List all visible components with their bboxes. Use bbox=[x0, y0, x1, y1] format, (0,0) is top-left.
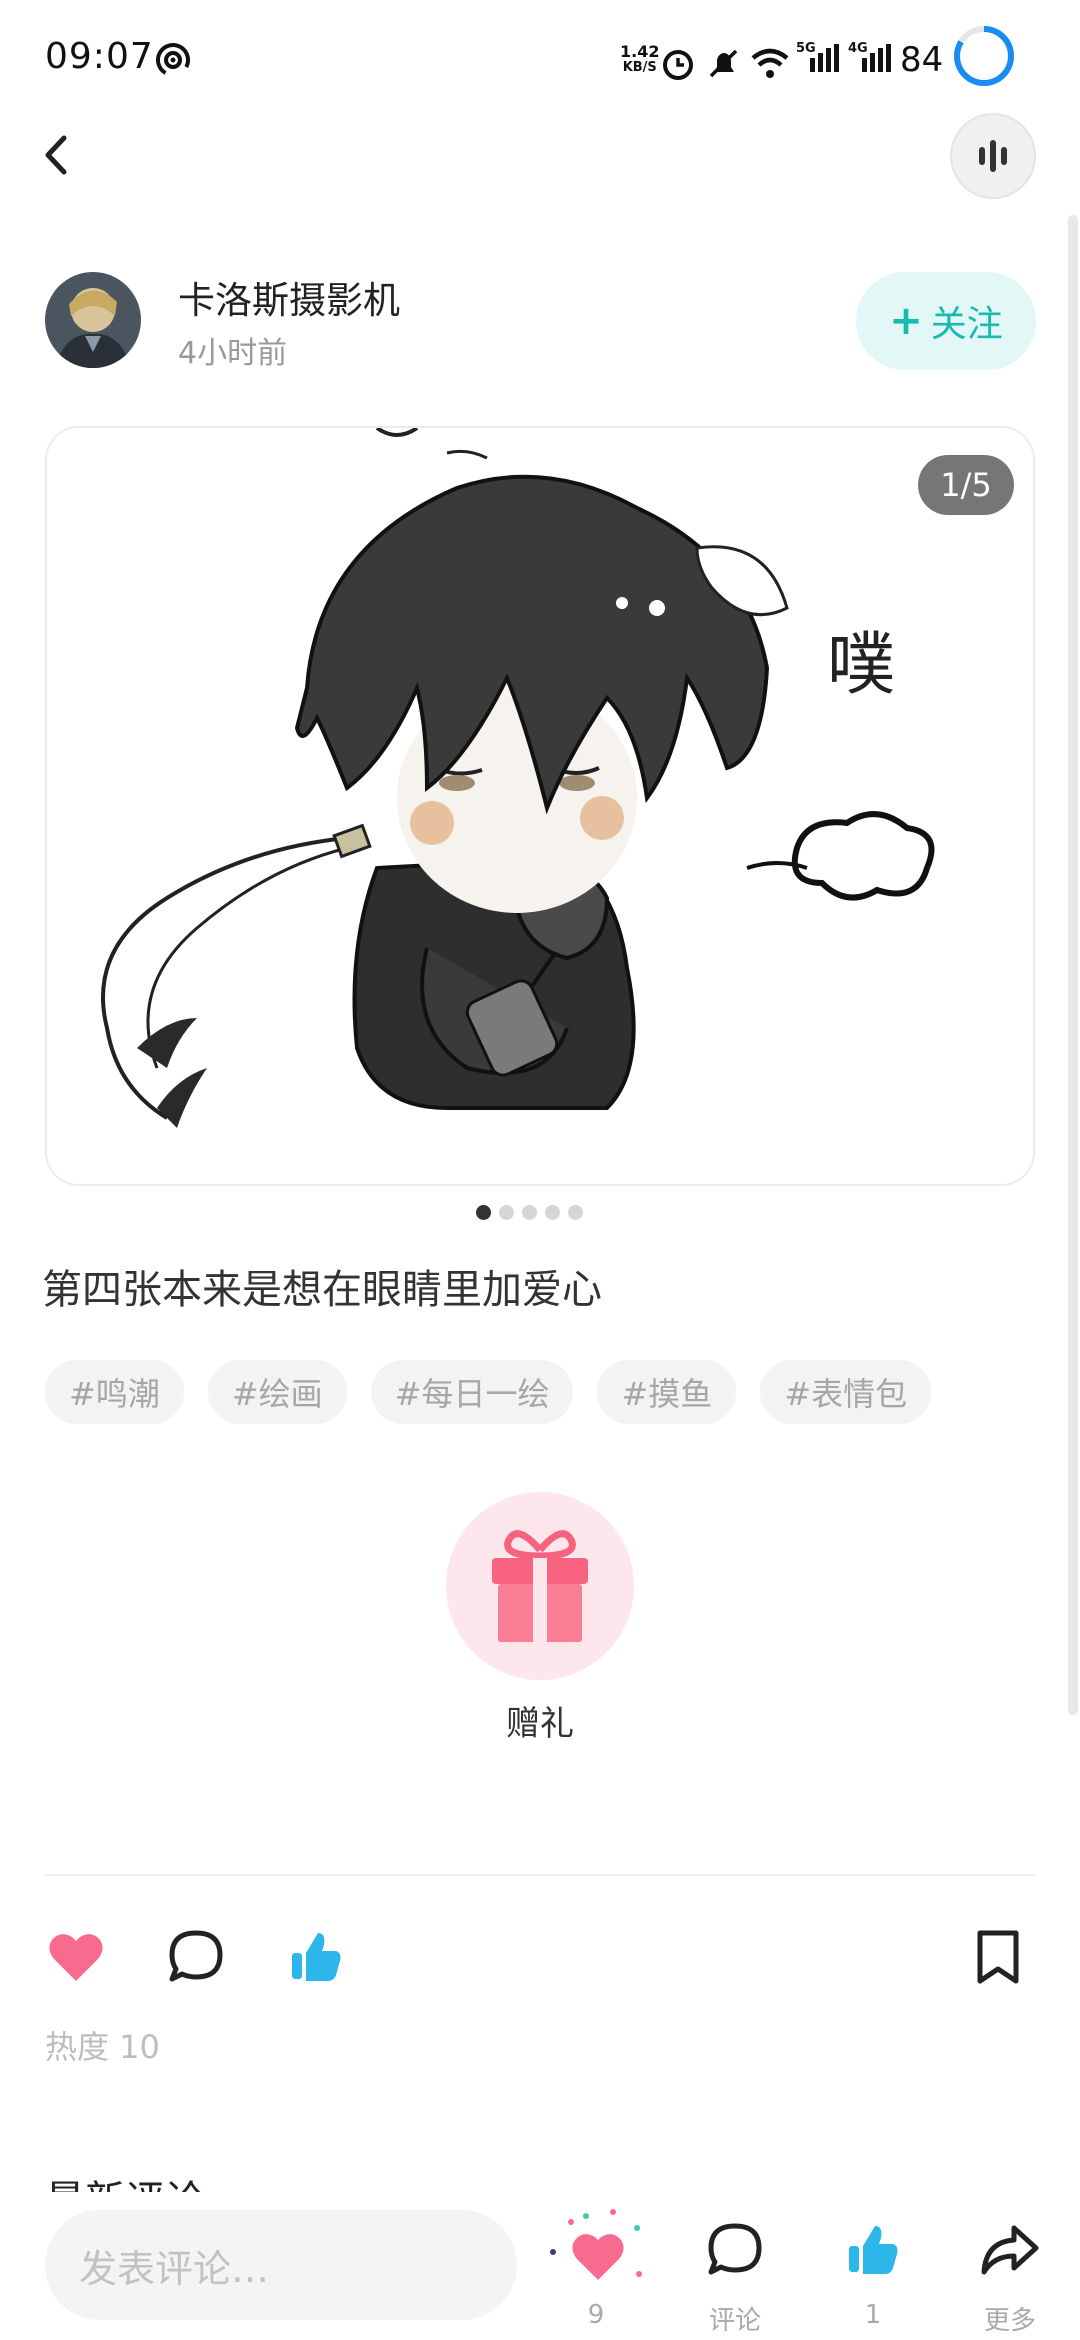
status-icons: 1.42 KB/S 5G 4G 84 bbox=[600, 24, 1080, 96]
avatar-image bbox=[45, 272, 141, 368]
comment-icon bbox=[708, 2223, 762, 2275]
signal-icon-2 bbox=[862, 44, 891, 72]
share-icon bbox=[981, 2225, 1039, 2275]
gift-button[interactable] bbox=[446, 1492, 634, 1680]
scrollbar[interactable] bbox=[1068, 215, 1078, 1715]
hotspot-icon bbox=[156, 43, 190, 77]
net-speed-unit: KB/S bbox=[622, 60, 657, 75]
comment-label: 评论 bbox=[708, 2306, 761, 2336]
alarm-icon bbox=[663, 50, 693, 80]
tag-list: #鸣潮 #绘画 #每日一绘 #摸鱼 #表情包 bbox=[45, 1360, 932, 1424]
back-icon[interactable] bbox=[36, 130, 76, 180]
carousel-dot[interactable] bbox=[568, 1205, 583, 1220]
carousel-dot[interactable] bbox=[522, 1205, 537, 1220]
bookmark-icon[interactable] bbox=[966, 1925, 1030, 1989]
follow-button[interactable]: + 关注 bbox=[856, 272, 1036, 370]
signal-5g: 5G bbox=[796, 42, 839, 72]
net-speed-value: 1.42 bbox=[620, 42, 660, 61]
post-text: 第四张本来是想在眼睛里加爱心 bbox=[42, 1267, 602, 1313]
tag-chip[interactable]: #每日一绘 bbox=[370, 1360, 574, 1424]
thumb-up-icon[interactable] bbox=[284, 1925, 348, 1989]
carousel-dots bbox=[476, 1205, 583, 1225]
like-count: 9 bbox=[587, 2300, 605, 2330]
heart-icon bbox=[550, 2209, 642, 2280]
like-button[interactable]: 9 bbox=[541, 2202, 651, 2340]
carousel-dot[interactable] bbox=[476, 1205, 491, 1220]
tag-chip[interactable]: #绘画 bbox=[207, 1360, 347, 1424]
share-button[interactable]: 更多 bbox=[955, 2202, 1065, 2340]
more-label: 更多 bbox=[983, 2306, 1036, 2336]
mute-icon bbox=[709, 49, 738, 78]
audio-button[interactable] bbox=[950, 113, 1036, 199]
gift-label: 赠礼 bbox=[506, 1704, 574, 1744]
status-bar: 09:07 1.42 KB/S 5G 4G 84 bbox=[0, 0, 1080, 120]
status-time: 09:07 bbox=[45, 36, 154, 77]
plus-icon: + bbox=[889, 298, 923, 344]
gift-icon bbox=[492, 1530, 588, 1642]
battery-ring-icon bbox=[954, 26, 1014, 86]
signal-icon bbox=[810, 44, 839, 72]
net-speed: 1.42 KB/S bbox=[620, 44, 659, 76]
page-counter: 1/5 bbox=[918, 455, 1014, 515]
comment-input[interactable]: 发表评论… bbox=[45, 2210, 517, 2320]
battery-level: 84 bbox=[900, 40, 944, 80]
chibi-illustration: 噗 bbox=[47, 428, 1033, 1184]
divider bbox=[45, 1874, 1035, 1876]
carousel-dot[interactable] bbox=[499, 1205, 514, 1220]
heart-icon[interactable] bbox=[44, 1925, 108, 1989]
follow-label: 关注 bbox=[930, 304, 1003, 345]
comment-icon[interactable] bbox=[164, 1925, 228, 1989]
heat-count: 热度 10 bbox=[45, 2028, 160, 2066]
bottom-bar: 发表评论… 9 评论 1 更多 bbox=[0, 2192, 1080, 2340]
tag-chip[interactable]: #鸣潮 bbox=[45, 1360, 184, 1424]
author-name[interactable]: 卡洛斯摄影机 bbox=[178, 270, 400, 324]
thumb-up-icon bbox=[849, 2226, 898, 2274]
tag-chip[interactable]: #摸鱼 bbox=[597, 1360, 737, 1424]
image-carousel[interactable]: 噗 bbox=[45, 426, 1035, 1186]
thumb-button[interactable]: 1 bbox=[818, 2202, 928, 2340]
audio-icon bbox=[979, 140, 1007, 172]
avatar[interactable] bbox=[45, 272, 141, 368]
tag-chip[interactable]: #表情包 bbox=[760, 1360, 932, 1424]
sticker-text: 噗 bbox=[827, 626, 895, 705]
comment-button[interactable]: 评论 bbox=[680, 2202, 790, 2340]
post-time: 4小时前 bbox=[178, 336, 288, 371]
wifi-icon bbox=[751, 48, 789, 78]
thumb-count: 1 bbox=[864, 2300, 882, 2330]
signal-4g: 4G bbox=[848, 42, 891, 72]
carousel-dot[interactable] bbox=[545, 1205, 560, 1220]
